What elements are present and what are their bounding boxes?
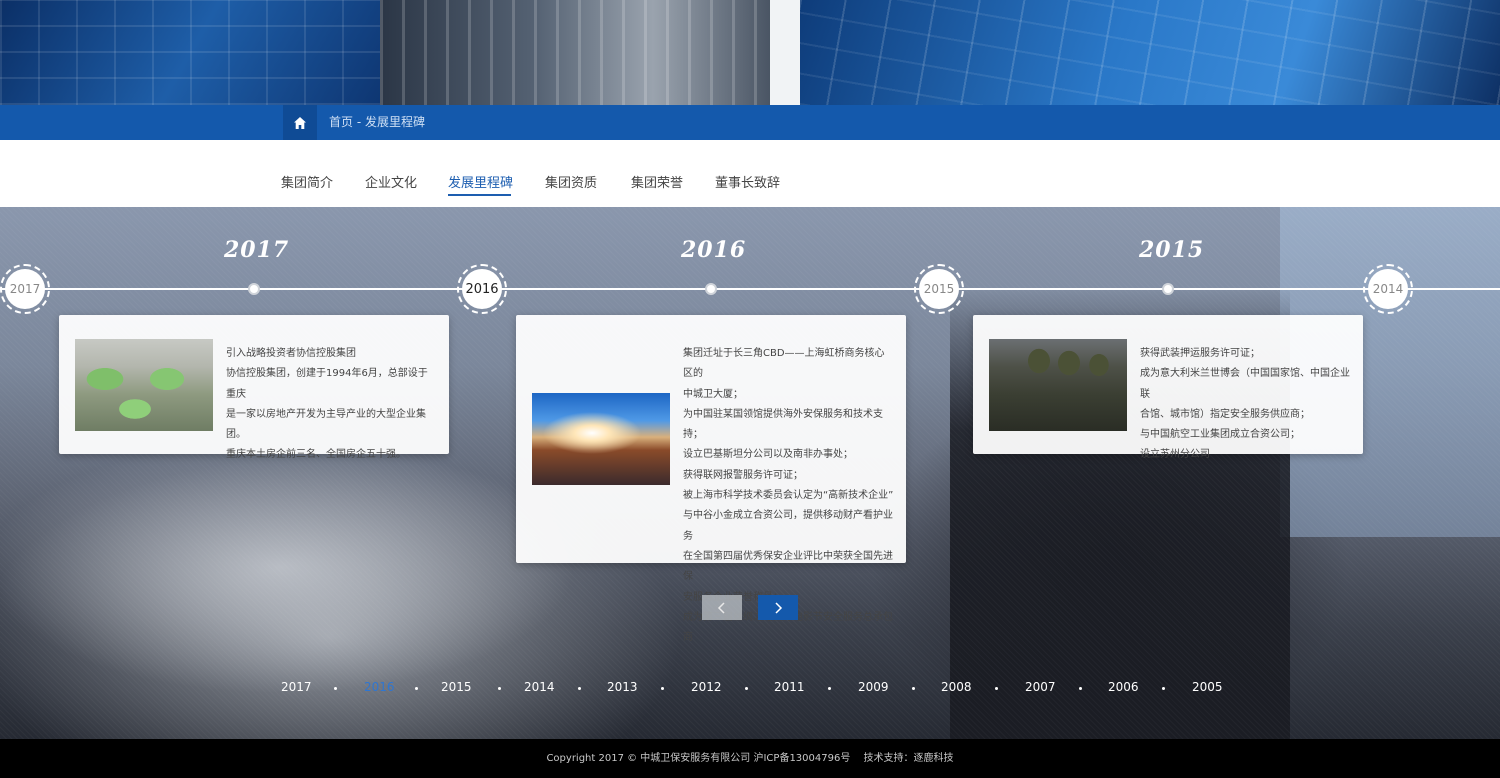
year-link-2008[interactable]: 2008 [941,680,972,694]
hero-building-right [800,0,1500,105]
sub-nav: 集团简介 企业文化 发展里程碑 集团资质 集团荣誉 董事长致辞 [0,140,1500,207]
year-link-2016[interactable]: 2016 [364,680,395,694]
timeline-stage: 2017 2016 2015 2017 2016 2015 2014 引入战略投… [0,207,1500,739]
year-link-2005[interactable]: 2005 [1192,680,1223,694]
hero-sky [770,0,800,105]
tab-culture[interactable]: 企业文化 [365,172,417,191]
timeline-year-label: 2017 [224,237,290,263]
hero-building-left [0,0,380,105]
milestone-card-2016: 集团迁址于长三角CBD——上海虹桥商务核心区的 中城卫大厦； 为中国驻某国领馆提… [516,315,906,643]
tab-group-intro[interactable]: 集团简介 [281,172,333,191]
year-link-2011[interactable]: 2011 [774,680,805,694]
year-link-2017[interactable]: 2017 [281,680,312,694]
timeline-node-2014[interactable]: 2014 [1363,264,1413,314]
tab-milestones[interactable]: 发展里程碑 [448,172,513,191]
year-separator [828,687,831,690]
year-separator [578,687,581,690]
breadcrumb-bar: 首页 - 发展里程碑 [0,105,1500,140]
year-link-2015[interactable]: 2015 [441,680,472,694]
milestone-image-2015 [989,339,1127,431]
timeline-node-2017[interactable]: 2017 [0,264,50,314]
chevron-right-icon [775,601,783,614]
year-link-2012[interactable]: 2012 [691,680,722,694]
year-separator [1079,687,1082,690]
year-separator [912,687,915,690]
timeline-line [0,288,1500,290]
timeline-node-2015[interactable]: 2015 [914,264,964,314]
timeline-year-label: 2015 [1139,237,1205,263]
year-selector: 2017 2016 2015 2014 2013 2012 2011 2009 … [0,680,1500,700]
timeline-year-label: 2016 [681,237,747,263]
year-link-2006[interactable]: 2006 [1108,680,1139,694]
year-separator [661,687,664,690]
year-link-2013[interactable]: 2013 [607,680,638,694]
copyright-text: Copyright 2017 © 中城卫保安服务有限公司 沪ICP备130047… [546,753,954,764]
year-link-2014[interactable]: 2014 [524,680,555,694]
prev-button[interactable] [702,595,742,620]
timeline-dot [248,283,260,295]
milestone-text-2015: 获得武装押运服务许可证； 成为意大利米兰世博会（中国国家馆、中国企业联 合馆、城… [1140,348,1350,461]
milestone-card-2017: 引入战略投资者协信控股集团 协信控股集团，创建于1994年6月，总部设于重庆 是… [59,315,449,460]
milestone-text-2017: 引入战略投资者协信控股集团 协信控股集团，创建于1994年6月，总部设于重庆 是… [226,348,428,461]
year-link-2007[interactable]: 2007 [1025,680,1056,694]
home-icon [294,116,306,129]
year-link-2009[interactable]: 2009 [858,680,889,694]
year-separator [498,687,501,690]
year-separator [745,687,748,690]
timeline-dot [1162,283,1174,295]
year-separator [995,687,998,690]
chevron-left-icon [717,601,725,614]
tab-chairman-speech[interactable]: 董事长致辞 [715,172,780,191]
home-button[interactable] [283,105,317,140]
timeline-dot [705,283,717,295]
tab-honors[interactable]: 集团荣誉 [631,172,683,191]
next-button[interactable] [758,595,798,620]
year-separator [334,687,337,690]
timeline-node-2016[interactable]: 2016 [457,264,507,314]
year-separator [1162,687,1165,690]
active-tab-underline [448,194,511,196]
hero-building-center [380,0,770,105]
milestone-image-2017 [75,339,213,431]
footer: Copyright 2017 © 中城卫保安服务有限公司 沪ICP备130047… [0,739,1500,778]
breadcrumb[interactable]: 首页 - 发展里程碑 [329,105,425,140]
year-separator [415,687,418,690]
tab-qualifications[interactable]: 集团资质 [545,172,597,191]
milestone-card-2015: 获得武装押运服务许可证； 成为意大利米兰世博会（中国国家馆、中国企业联 合馆、城… [973,315,1363,460]
hero-banner [0,0,1500,105]
milestone-image-2016 [532,393,670,485]
